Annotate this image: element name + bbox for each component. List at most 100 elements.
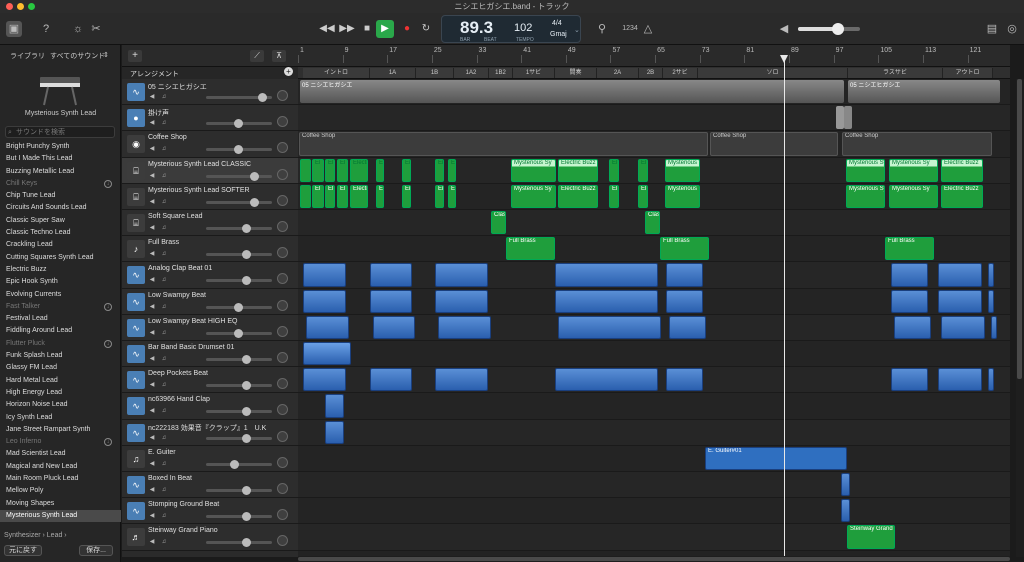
horizontal-scrollbar[interactable] [298, 556, 1010, 562]
track-pan-knob[interactable] [277, 404, 288, 416]
library-breadcrumb[interactable]: Synthesizer › Lead › [4, 532, 67, 539]
track-header[interactable]: ∿ Boxed In Beat ◀ ♫ [122, 472, 298, 499]
track-lane[interactable] [298, 105, 1010, 132]
track-volume-slider[interactable] [206, 224, 272, 233]
track-header[interactable]: ∿ Low Swampy Beat ◀ ♫ [122, 288, 298, 315]
track-volume-slider[interactable] [206, 276, 272, 286]
arrangement-section[interactable]: 1サビ [513, 68, 555, 78]
mute-button[interactable]: ◀ [148, 172, 156, 180]
region[interactable]: Coffee Shop [710, 132, 838, 156]
track-name[interactable]: Low Swampy Beat [148, 292, 206, 299]
region[interactable] [938, 289, 982, 313]
track-name[interactable]: Low Swampy Beat HIGH EQ [148, 318, 237, 325]
region[interactable] [841, 499, 850, 523]
region[interactable]: El [376, 184, 384, 208]
mute-button[interactable]: ◀ [148, 538, 156, 546]
region[interactable]: El [609, 158, 619, 182]
library-search-input[interactable]: ⌕ サウンドを検索 [5, 126, 115, 138]
library-item[interactable]: Moving Shapes [0, 498, 121, 510]
headphones-icon[interactable]: ♫ [160, 250, 168, 258]
smart-tempo-icon[interactable]: ⟋ [250, 50, 264, 62]
region[interactable]: Mysterious Sy [846, 184, 885, 208]
library-item[interactable]: Magical and New Lead [0, 461, 121, 473]
region[interactable] [666, 289, 703, 313]
mute-button[interactable]: ◀ [148, 303, 156, 311]
track-lane[interactable] [298, 472, 1010, 499]
count-in[interactable]: 1234 [620, 21, 640, 37]
track-name[interactable]: E. Guiter [148, 449, 176, 456]
region[interactable]: El [435, 158, 444, 182]
library-item[interactable]: Fiddling Around Lead [0, 325, 121, 337]
track-volume-slider[interactable] [206, 197, 272, 207]
headphones-icon[interactable]: ♫ [160, 303, 168, 311]
region[interactable]: Electric Buzz [558, 184, 598, 208]
download-icon[interactable]: ↓ [104, 339, 112, 348]
region[interactable]: Steinway Grand [847, 525, 895, 549]
library-tab[interactable]: ライブラリ [10, 51, 45, 61]
mute-button[interactable]: ◀ [148, 355, 156, 363]
region[interactable]: El [638, 184, 648, 208]
region[interactable] [435, 263, 488, 287]
revert-button[interactable]: 元に戻す [4, 545, 42, 556]
forward-button[interactable]: ▶▶ [338, 20, 356, 38]
playhead[interactable] [784, 55, 785, 557]
download-icon[interactable]: ↓ [104, 438, 112, 447]
track-lane[interactable] [298, 498, 1010, 525]
region[interactable] [370, 289, 412, 313]
mute-button[interactable]: ◀ [148, 381, 156, 389]
region[interactable]: Mysterious Sy [889, 184, 938, 208]
track-header[interactable]: ∿ 05 ニシエヒガシエ ◀ ♫ [122, 79, 298, 106]
region[interactable] [300, 184, 311, 208]
track-header[interactable]: ● 掛け声 ◀ ♫ [122, 105, 298, 132]
region[interactable] [836, 106, 844, 130]
track-pan-knob[interactable] [277, 299, 288, 311]
library-item[interactable]: Icy Synth Lead [0, 412, 121, 424]
library-item[interactable]: Epic Hook Synth [0, 276, 121, 288]
library-item[interactable]: But I Made This Lead [0, 153, 121, 165]
arrangement-section[interactable]: イントロ [303, 68, 370, 78]
region[interactable]: Clas [645, 211, 660, 235]
track-name[interactable]: Mysterious Synth Lead CLASSIC [148, 161, 251, 168]
library-category[interactable]: Leo Inferno ↓ [0, 436, 121, 448]
region[interactable] [303, 289, 346, 313]
library-item[interactable]: Classic Techno Lead [0, 227, 121, 239]
lcd-tempo[interactable]: 102 [514, 22, 532, 34]
library-item[interactable]: Jane Street Rampart Synth [0, 424, 121, 436]
arrangement-section[interactable]: 1A2 [454, 68, 489, 78]
track-volume-slider[interactable] [206, 93, 272, 102]
track-header[interactable]: ◉ Coffee Shop ◀ ♫ [122, 131, 298, 158]
timeline-ruler[interactable]: 1 9 17 25 33 41 49 57 65 73 81 89 97 105 113 121 [298, 45, 1010, 67]
headphones-icon[interactable]: ♫ [160, 434, 168, 442]
headphones-icon[interactable]: ♫ [160, 119, 168, 127]
region[interactable] [891, 289, 928, 313]
track-volume-slider[interactable] [206, 433, 272, 443]
region[interactable]: Electric Buzz [941, 158, 983, 182]
region[interactable]: Electric Buzz [941, 184, 983, 208]
mute-button[interactable]: ◀ [148, 119, 156, 127]
filter-icon[interactable]: ⊼ [272, 50, 286, 62]
region[interactable]: Mysterious Sy [889, 158, 938, 182]
region[interactable] [370, 368, 412, 392]
track-pan-knob[interactable] [277, 325, 288, 337]
track-name[interactable]: 掛け声 [148, 108, 169, 118]
region[interactable] [844, 106, 852, 130]
arrangement-section[interactable]: 2A [597, 68, 639, 78]
loop-browser-icon[interactable]: ◎ [1004, 21, 1020, 37]
add-track-button[interactable]: + [128, 50, 142, 62]
arrangement-section[interactable]: ソロ [698, 68, 848, 78]
library-item[interactable]: Mysterious Synth Lead [0, 509, 121, 523]
library-item[interactable]: Bright Punchy Synth [0, 141, 121, 153]
region[interactable] [435, 368, 488, 392]
headphones-icon[interactable]: ♫ [160, 355, 168, 363]
track-pan-knob[interactable] [277, 90, 288, 101]
region[interactable] [300, 158, 311, 182]
track-pan-knob[interactable] [277, 535, 288, 547]
track-lane[interactable] [298, 445, 1010, 472]
library-item[interactable]: Buzzing Metallic Lead [0, 166, 121, 178]
region[interactable]: El [337, 158, 348, 182]
region[interactable]: 05 ニシエヒガシエ [300, 80, 844, 104]
region[interactable]: El [402, 184, 411, 208]
mute-button[interactable]: ◀ [148, 460, 156, 468]
sound-menu[interactable]: すべてのサウンド [50, 51, 105, 61]
track-header[interactable]: ⌸ Soft Square Lead ◀ ♫ [122, 210, 298, 237]
